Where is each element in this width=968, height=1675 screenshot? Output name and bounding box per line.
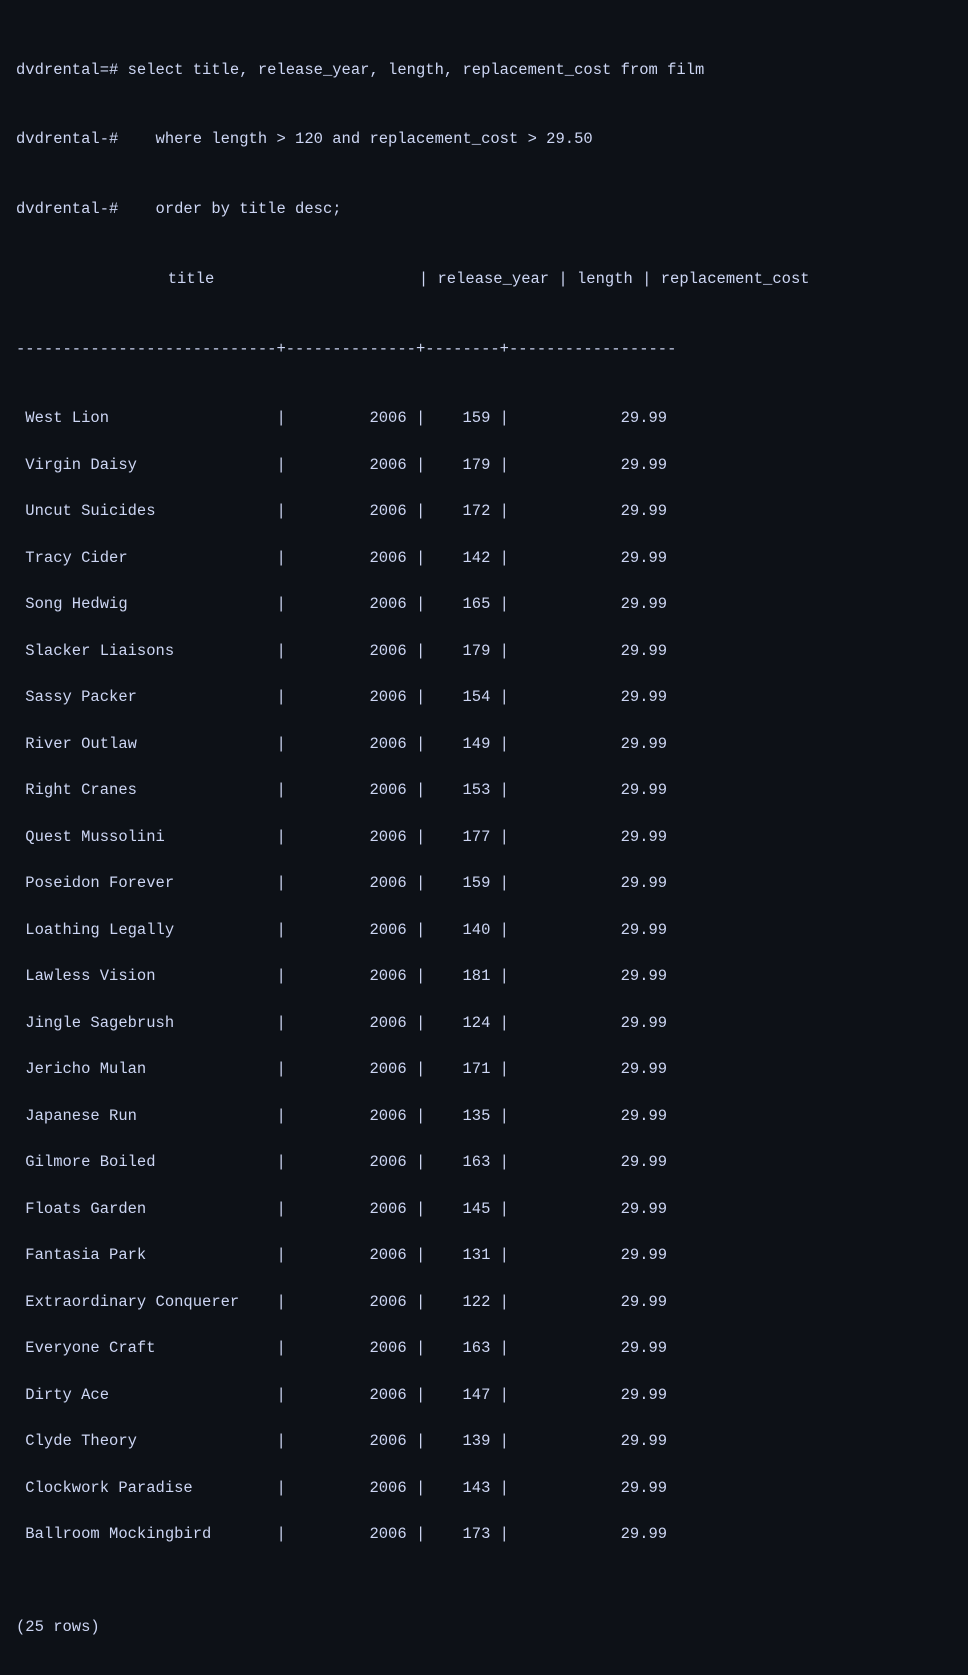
- table-row: Uncut Suicides | 2006 | 172 | 29.99: [16, 500, 952, 523]
- table-row: Slacker Liaisons | 2006 | 179 | 29.99: [16, 640, 952, 663]
- table-row: Fantasia Park | 2006 | 131 | 29.99: [16, 1244, 952, 1267]
- table-row: River Outlaw | 2006 | 149 | 29.99: [16, 733, 952, 756]
- prompt-line-2: dvdrental-# where length > 120 and repla…: [16, 128, 952, 151]
- table-row: Loathing Legally | 2006 | 140 | 29.99: [16, 919, 952, 942]
- table-row: Right Cranes | 2006 | 153 | 29.99: [16, 779, 952, 802]
- table-row: Extraordinary Conquerer | 2006 | 122 | 2…: [16, 1291, 952, 1314]
- terminal-window: dvdrental=# select title, release_year, …: [10, 8, 958, 1667]
- prompt-line-1: dvdrental=# select title, release_year, …: [16, 59, 952, 82]
- table-row: Clyde Theory | 2006 | 139 | 29.99: [16, 1430, 952, 1453]
- row-count: (25 rows): [16, 1616, 952, 1639]
- table-row: Poseidon Forever | 2006 | 159 | 29.99: [16, 872, 952, 895]
- table-row: Gilmore Boiled | 2006 | 163 | 29.99: [16, 1151, 952, 1174]
- table-row: Jingle Sagebrush | 2006 | 124 | 29.99: [16, 1012, 952, 1035]
- table-row: Lawless Vision | 2006 | 181 | 29.99: [16, 965, 952, 988]
- prompt-line-3: dvdrental-# order by title desc;: [16, 198, 952, 221]
- table-row: Japanese Run | 2006 | 135 | 29.99: [16, 1105, 952, 1128]
- table-row: Virgin Daisy | 2006 | 179 | 29.99: [16, 454, 952, 477]
- table-header: title | release_year | length | replacem…: [16, 268, 952, 291]
- table-body: West Lion | 2006 | 159 | 29.99 Virgin Da…: [16, 407, 952, 1570]
- table-row: Tracy Cider | 2006 | 142 | 29.99: [16, 547, 952, 570]
- table-row: Floats Garden | 2006 | 145 | 29.99: [16, 1198, 952, 1221]
- table-row: Quest Mussolini | 2006 | 177 | 29.99: [16, 826, 952, 849]
- table-row: West Lion | 2006 | 159 | 29.99: [16, 407, 952, 430]
- table-row: Dirty Ace | 2006 | 147 | 29.99: [16, 1384, 952, 1407]
- table-row: Jericho Mulan | 2006 | 171 | 29.99: [16, 1058, 952, 1081]
- table-row: Clockwork Paradise | 2006 | 143 | 29.99: [16, 1477, 952, 1500]
- table-row: Everyone Craft | 2006 | 163 | 29.99: [16, 1337, 952, 1360]
- table-row: Song Hedwig | 2006 | 165 | 29.99: [16, 593, 952, 616]
- table-row: Ballroom Mockingbird | 2006 | 173 | 29.9…: [16, 1523, 952, 1546]
- table-row: Sassy Packer | 2006 | 154 | 29.99: [16, 686, 952, 709]
- table-separator: ----------------------------+-----------…: [16, 338, 952, 361]
